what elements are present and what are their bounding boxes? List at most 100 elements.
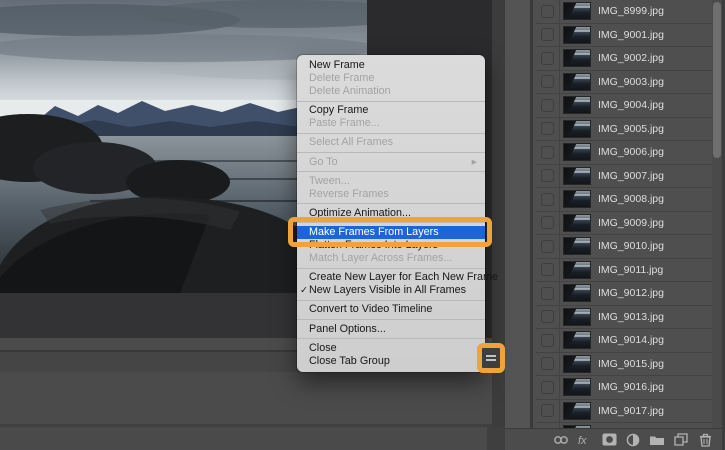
layer-thumbnail[interactable] [563, 354, 591, 373]
layer-row[interactable]: IMG_9001.jpg [536, 23, 712, 47]
layer-thumbnail[interactable] [563, 190, 591, 209]
visibility-toggle[interactable] [536, 94, 560, 117]
layers-scrollbar[interactable] [712, 0, 722, 430]
visibility-toggle[interactable] [536, 258, 560, 281]
menu-item-paste-frame: Paste Frame... [297, 117, 485, 130]
panel-menu-button[interactable] [477, 343, 505, 373]
panel-gutter-corner [487, 427, 505, 450]
layer-thumbnail[interactable] [563, 260, 591, 279]
layer-row[interactable]: IMG_9015.jpg [536, 352, 712, 376]
layer-thumbnail[interactable] [563, 166, 591, 185]
menu-item-label: Paste Frame... [309, 117, 380, 130]
menu-item-convert-to-video-timeline[interactable]: Convert to Video Timeline [297, 303, 485, 316]
menu-item-new-layers-visible-in-all-frames[interactable]: ✓ New Layers Visible in All Frames [297, 284, 485, 297]
layer-thumbnail[interactable] [563, 143, 591, 162]
menu-item-copy-frame[interactable]: Copy Frame [297, 104, 485, 117]
timeline-toolbar [0, 427, 492, 450]
visibility-toggle[interactable] [536, 376, 560, 399]
menu-item-optimize-animation[interactable]: Optimize Animation... [297, 207, 485, 220]
menu-item-label: Delete Animation [309, 85, 391, 98]
visibility-toggle[interactable] [536, 329, 560, 352]
layer-row[interactable]: IMG_9009.jpg [536, 211, 712, 235]
visibility-toggle[interactable] [536, 211, 560, 234]
visibility-toggle[interactable] [536, 282, 560, 305]
menu-item-close-tab-group[interactable]: Close Tab Group [297, 355, 485, 368]
panel-gutter [492, 0, 505, 450]
layer-thumbnail[interactable] [563, 25, 591, 44]
layer-row[interactable]: IMG_9017.jpg [536, 399, 712, 423]
layer-name: IMG_9001.jpg [598, 28, 664, 41]
visibility-toggle[interactable] [536, 23, 560, 46]
visibility-toggle[interactable] [536, 0, 560, 23]
delete-layer-icon[interactable] [693, 432, 717, 448]
layer-name: IMG_9015.jpg [598, 357, 664, 370]
layer-row[interactable]: IMG_9005.jpg [536, 117, 712, 141]
visibility-checkbox [541, 98, 554, 112]
menu-item-go-to: Go To ▶ [297, 156, 485, 169]
visibility-toggle[interactable] [536, 117, 560, 140]
layer-row[interactable]: IMG_9008.jpg [536, 188, 712, 212]
visibility-checkbox [541, 169, 554, 183]
menu-item-label: Select All Frames [309, 136, 394, 149]
layer-row[interactable]: IMG_9011.jpg [536, 258, 712, 282]
layer-row[interactable]: IMG_8999.jpg [536, 0, 712, 24]
layer-thumbnail[interactable] [563, 96, 591, 115]
layer-thumbnail[interactable] [563, 2, 591, 21]
visibility-toggle[interactable] [536, 188, 560, 211]
layers-panel: IMG_8999.jpg IMG_9001.jpg IMG_9002.jpg IMG_… [505, 0, 725, 450]
layer-row[interactable]: IMG_9014.jpg [536, 329, 712, 353]
layer-name: IMG_9007.jpg [598, 169, 664, 182]
layer-thumbnail[interactable] [563, 307, 591, 326]
layer-thumbnail[interactable] [563, 213, 591, 232]
visibility-checkbox [541, 145, 554, 159]
timeline-panel-track-area [0, 372, 492, 424]
menu-separator [297, 100, 485, 102]
layer-name: IMG_9009.jpg [598, 216, 664, 229]
visibility-toggle[interactable] [536, 352, 560, 375]
visibility-toggle[interactable] [536, 164, 560, 187]
layer-row[interactable]: IMG_9004.jpg [536, 94, 712, 118]
menu-item-make-frames-from-layers[interactable]: Make Frames From Layers [288, 216, 492, 248]
layer-row[interactable]: IMG_9016.jpg [536, 376, 712, 400]
menu-item-label: New Frame [309, 59, 365, 71]
layer-row[interactable]: IMG_9003.jpg [536, 70, 712, 94]
menu-separator [297, 171, 485, 173]
menu-item-create-new-layer-for-each-new-frame[interactable]: Create New Layer for Each New Frame [297, 271, 498, 284]
group-folder-icon[interactable] [645, 432, 669, 448]
visibility-toggle[interactable] [536, 399, 560, 422]
layers-bottom-toolbar: fx [505, 428, 722, 450]
menu-item-label: Delete Frame [309, 72, 375, 85]
layer-thumbnail[interactable] [563, 331, 591, 350]
layer-row[interactable]: IMG_9002.jpg [536, 47, 712, 71]
layer-row[interactable]: IMG_9010.jpg [536, 235, 712, 259]
fx-icon[interactable]: fx [573, 432, 597, 448]
layer-mask-icon[interactable] [597, 432, 621, 448]
visibility-toggle[interactable] [536, 47, 560, 70]
menu-item-flatten-frames-into-layers[interactable]: Flatten Frames Into Layers [297, 239, 485, 252]
layer-row[interactable]: IMG_9012.jpg [536, 282, 712, 306]
layer-thumbnail[interactable] [563, 284, 591, 303]
layer-name: IMG_9003.jpg [598, 75, 664, 88]
scrollbar-thumb[interactable] [713, 2, 721, 158]
layer-thumbnail[interactable] [563, 119, 591, 138]
menu-item-new-frame[interactable]: New Frame [297, 59, 485, 72]
visibility-toggle[interactable] [536, 235, 560, 258]
layer-thumbnail[interactable] [563, 378, 591, 397]
layer-name: IMG_9012.jpg [598, 287, 664, 300]
adjustment-layer-icon[interactable] [621, 432, 645, 448]
layer-thumbnail[interactable] [563, 401, 591, 420]
menu-item-close[interactable]: Close [297, 342, 485, 355]
layer-row[interactable]: IMG_9006.jpg [536, 141, 712, 165]
link-icon[interactable] [549, 432, 573, 448]
visibility-toggle[interactable] [536, 70, 560, 93]
visibility-toggle[interactable] [536, 141, 560, 164]
layer-row[interactable]: IMG_9013.jpg [536, 305, 712, 329]
menu-item-panel-options[interactable]: Panel Options... [297, 323, 485, 336]
new-layer-icon[interactable] [669, 432, 693, 448]
visibility-toggle[interactable] [536, 305, 560, 328]
layer-thumbnail[interactable] [563, 237, 591, 256]
layer-row[interactable]: IMG_9007.jpg [536, 164, 712, 188]
menu-separator [297, 299, 485, 301]
layer-thumbnail[interactable] [563, 49, 591, 68]
layer-thumbnail[interactable] [563, 72, 591, 91]
